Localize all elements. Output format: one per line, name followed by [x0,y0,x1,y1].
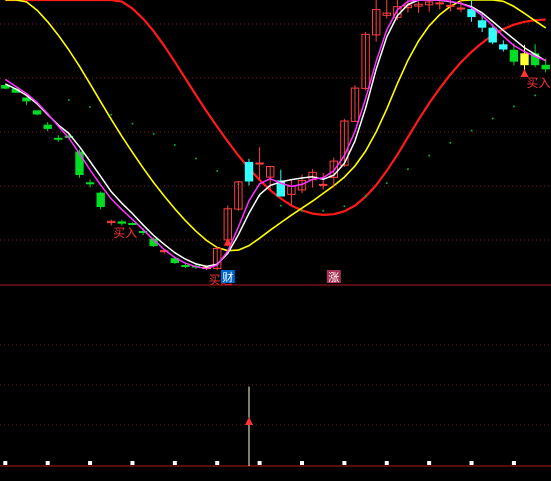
candle-body [22,97,31,102]
volume-dot [130,461,135,465]
volume-dots [3,461,516,465]
event-marker: 涨 [326,270,341,284]
chart-canvas: 买入买进买入财涨 [0,0,551,467]
candle-body [477,20,487,28]
candle-body [181,265,190,267]
candle-body [244,161,254,182]
trail-dot [364,194,367,197]
ma-line-yellow [5,0,547,252]
trail-dot [322,209,325,212]
candle-body [456,7,466,10]
candle-body [117,221,126,224]
trail-dot [491,117,494,120]
signal-arrow [223,237,232,246]
candle-body [96,192,105,208]
trail-dot [343,205,346,208]
candle-body [54,137,63,140]
trail-dot [89,105,92,108]
trail-dots [67,94,537,212]
volume-dot [384,461,389,465]
volume-dot [3,461,8,465]
candle-body [509,49,519,62]
candle-body [255,162,264,165]
candlestick-chart: 买入 买进 买入财涨 [0,0,551,481]
signal-label: 买入 [527,76,551,90]
trail-dot [300,209,303,212]
volume-dot [88,461,93,465]
trail-dot [470,129,473,132]
ma-line-magenta [4,0,546,270]
candle-body [32,110,42,115]
event-marker: 财 [220,270,235,284]
trail-dot [195,157,198,160]
trail-dot [110,113,113,116]
lower-grid [0,344,551,426]
volume-dot [469,461,474,465]
volume-dot [342,461,347,465]
volume-dot [427,461,432,465]
trail-dot [534,94,537,97]
candle-body [75,151,84,176]
candle-body [85,182,95,185]
trail-dot [512,105,515,108]
candle-body [499,44,508,50]
trail-dot [406,168,409,171]
candle-body [319,183,328,186]
volume-dot [172,461,177,465]
volume-dot [511,461,516,465]
volume-dot [215,461,220,465]
candle-body [520,53,529,66]
volume-dot [257,461,262,465]
trail-dot [67,98,70,101]
trail-dot [449,141,452,144]
volume-dot [299,461,304,465]
trail-dot [216,170,219,172]
candle-body [488,27,497,43]
trail-dot [173,144,176,147]
candle-body [435,2,444,5]
trail-dot [385,182,388,185]
signal-label: 买入 [113,226,137,240]
ma-line-spacer [5,0,545,251]
candle-body [128,223,137,225]
trail-dot [131,122,134,125]
event-marker-label: 财 [222,270,233,284]
trail-dot [152,132,155,135]
candle-body [467,9,476,18]
trail-dot [279,204,282,207]
event-marker-label: 涨 [328,271,339,284]
trail-dot [428,154,431,157]
candle-body [541,64,550,70]
candles [1,0,550,270]
candle-body [43,124,52,129]
volume-dot [45,461,50,465]
indicator-arrow [245,417,254,425]
